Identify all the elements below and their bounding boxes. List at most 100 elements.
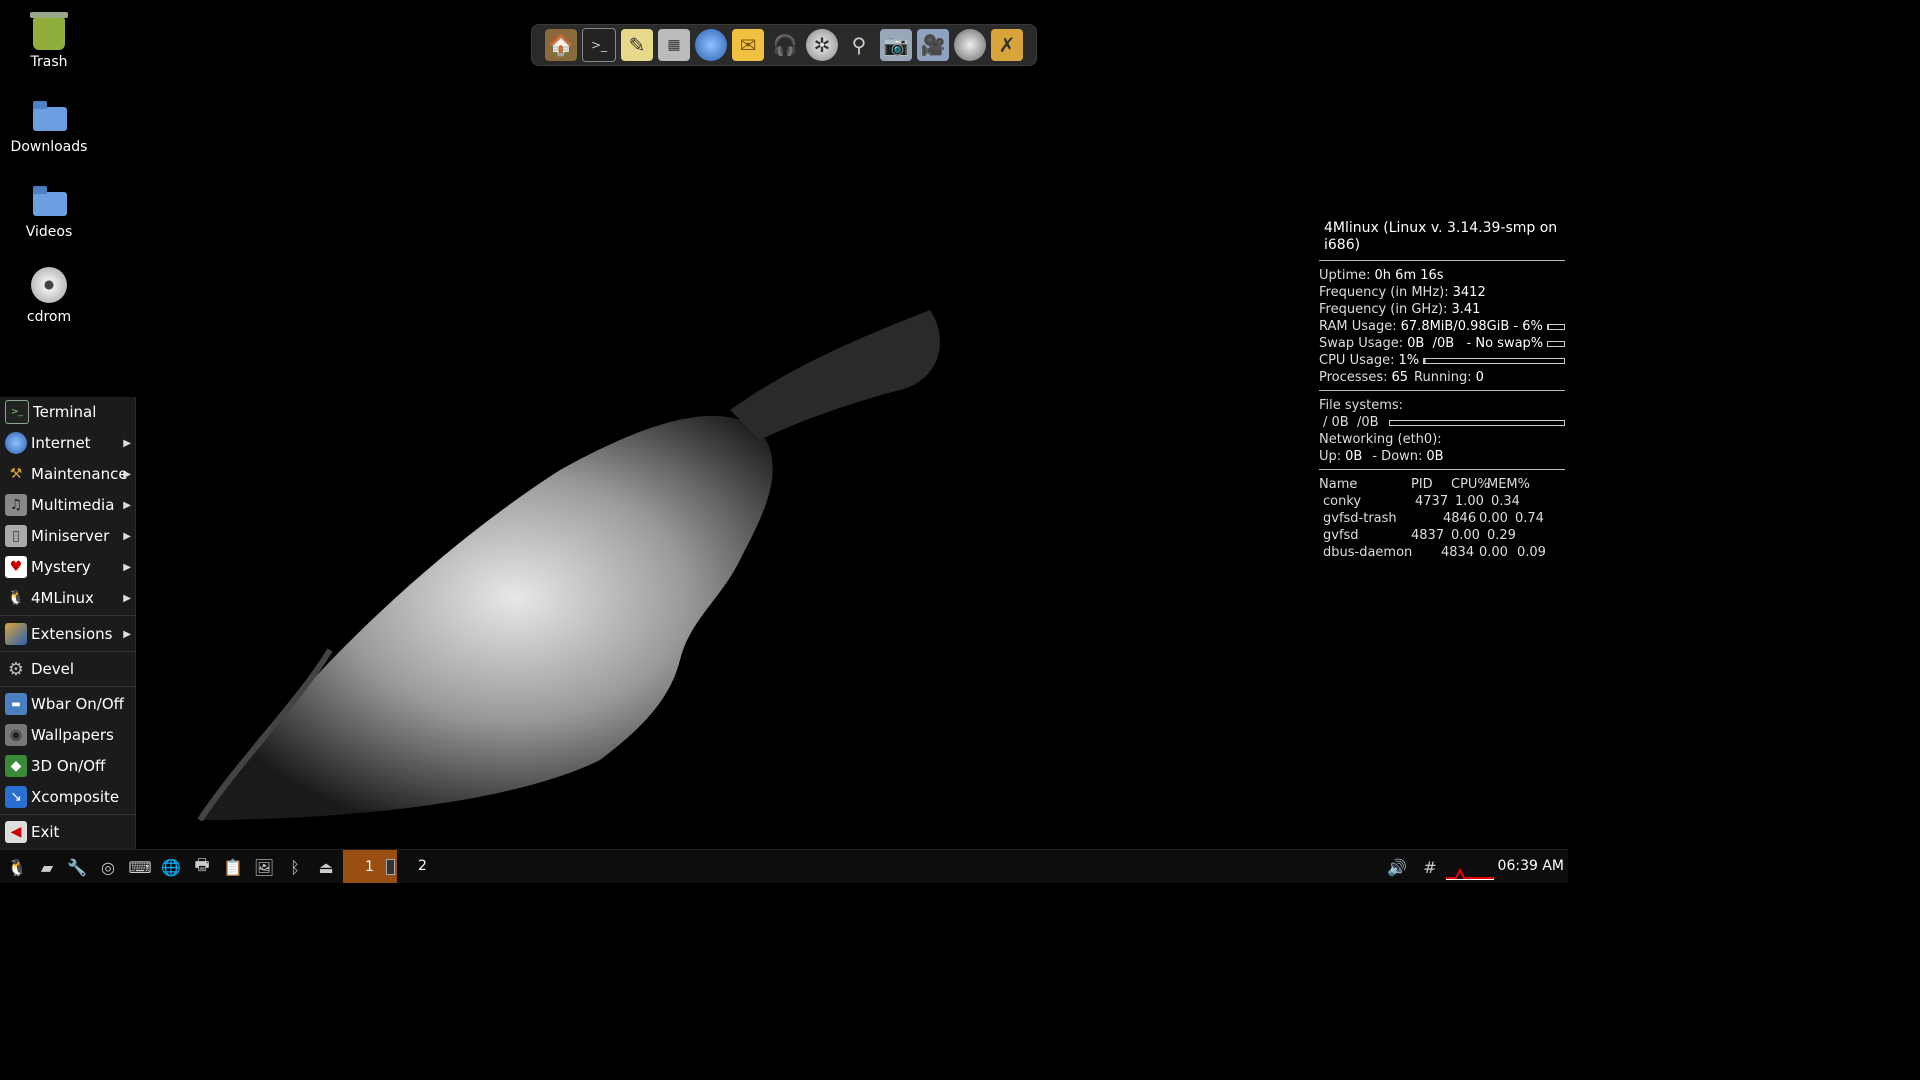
cards-icon: ♥ [5,556,27,578]
keyboard-icon[interactable]: ⌨ [128,856,151,878]
image-viewer-icon[interactable]: 🖼 [253,856,275,878]
menu-item-extensions[interactable]: Extensions ▶ [0,619,135,649]
swap-bar [1547,340,1565,347]
taskbar: 🐧 ▰ 🔧 ◎ ⌨ 🌐 🖶 📋 🖼 ᛒ ⏏ 1 2 🔊 # 06:39 AM [0,849,1568,883]
process-table-header: Name PID CPU% MEM% [1319,477,1530,492]
eject-icon[interactable]: ⏏ [315,856,337,878]
eye-icon: ◉ [5,724,27,746]
volume-icon[interactable]: 🔊 [1386,856,1408,878]
folder-icon [29,180,69,220]
clipboard-icon[interactable]: 📋 [222,856,244,878]
cpu-bar [1423,357,1565,364]
disc-icon [29,265,69,305]
desktop-icon-trash[interactable]: Trash [1,10,97,70]
camera-icon[interactable]: 📷 [880,29,912,61]
table-row: gvfsd-trash 4846 0.00 0.74 [1323,511,1544,526]
hammer-icon: ⚒ [9,466,23,482]
fs-row: / 0B /0B [1319,414,1565,431]
window-thumbnail [385,858,395,875]
net-row: Up: 0B - Down: 0B [1319,449,1444,464]
disc-icon[interactable]: ◎ [97,856,119,878]
processes-row: Processes: 65 Running: 0 [1319,370,1484,385]
menu-item-devel[interactable]: ⚙ Devel [0,654,135,684]
swap-row: Swap Usage: 0B /0B - No swap% [1319,335,1565,352]
ram-row: RAM Usage: 67.8MiB/0.98GiB - 6% [1319,318,1565,335]
home-folder-icon[interactable]: 🏠 [545,29,577,61]
globe-icon [5,432,27,454]
wbar-dock: 🏠 >_ ✎ ▦ ✉ 🎧 ✲ ⚲ 📷 🎥 ✗ [531,24,1037,66]
uptime-row: Uptime: 0h 6m 16s [1319,268,1444,283]
freq-mhz-row: Frequency (in MHz): 3412 [1319,285,1486,300]
wbar-settings-icon[interactable]: ✗ [991,29,1023,61]
workspace-1[interactable]: 1 [343,850,397,883]
desktop-icon-label: cdrom [26,309,72,325]
cpu-row: CPU Usage: 1% [1319,352,1565,369]
film-reel-icon[interactable]: ✲ [806,29,838,61]
mail-icon[interactable]: ✉ [732,29,764,61]
calendar-icon[interactable]: # [1419,856,1441,878]
terminal-icon: >_ [5,400,29,424]
trash-icon [29,10,69,50]
terminal-icon[interactable]: >_ [582,28,616,62]
xcomposite-icon: ↘ [5,786,27,808]
text-editor-icon[interactable]: ✎ [621,29,653,61]
net-label: Networking (eth0): [1319,432,1442,447]
desktop-icon-cdrom[interactable]: cdrom [1,265,97,325]
globe-icon[interactable]: 🌐 [160,856,182,878]
clock[interactable]: 06:39 AM [1498,858,1564,874]
menu-item-wallpapers[interactable]: ◉ Wallpapers [0,720,135,750]
menu-item-internet[interactable]: Internet ▶ [0,428,135,458]
menu-item-4mlinux[interactable]: 🐧 4MLinux ▶ [0,583,135,613]
start-menu: >_ Terminal Internet ▶ ⚒ Maintenance ▶ ♫ M… [0,397,136,849]
menu-item-mystery[interactable]: ♥ Mystery ▶ [0,552,135,582]
video-camera-icon[interactable]: 🎥 [917,29,949,61]
table-row: conky 4737 1.00 0.34 [1323,494,1520,509]
wbar-icon: ▬ [5,693,27,715]
menu-item-exit[interactable]: ◀ Exit [0,817,135,847]
menu-item-multimedia[interactable]: ♫ Multimedia ▶ [0,490,135,520]
submenu-arrow-icon: ▶ [123,530,131,542]
table-row: gvfsd 4837 0.00 0.29 [1323,528,1516,543]
desktop-icon-videos[interactable]: Videos [1,180,97,240]
desktop-icon-downloads[interactable]: Downloads [1,95,97,155]
desktop-icon-label: Trash [30,54,68,70]
menu-item-xcomposite[interactable]: ↘ Xcomposite [0,782,135,812]
globe-icon[interactable] [695,29,727,61]
printer-icon[interactable]: 🖶 [191,855,213,878]
menu-item-3d-toggle[interactable]: ◆ 3D On/Off [0,751,135,781]
wrench-icon[interactable]: 🔧 [66,856,88,878]
cpu-graph-plot [1446,867,1494,879]
submenu-arrow-icon: ▶ [123,499,131,511]
menu-item-miniserver[interactable]: ▯ Miniserver ▶ [0,521,135,551]
search-icon[interactable]: ⚲ [843,29,875,61]
submenu-arrow-icon: ▶ [123,592,131,604]
desktop-icon-label: Downloads [10,139,88,155]
submenu-arrow-icon: ▶ [123,628,131,640]
desktop-icon-label: Videos [25,224,73,240]
ram-bar [1546,323,1565,330]
workspace-2[interactable]: 2 [418,858,427,874]
conky-monitor: 4Mlinux (Linux v. 3.14.39-smp on i686) U… [1319,220,1565,561]
submenu-arrow-icon: ▶ [123,437,131,449]
bluetooth-icon[interactable]: ᛒ [284,856,306,878]
tux-icon: 🐧 [7,857,27,877]
table-row: dbus-daemon 4834 0.00 0.09 [1323,545,1546,560]
cpu-graph [1446,854,1494,880]
server-icon: ▯ [5,525,27,547]
menu-item-terminal[interactable]: >_ Terminal [0,397,135,427]
webcam-icon[interactable] [954,29,986,61]
scanner-icon[interactable]: ▰ [36,856,58,878]
cube-icon: ◆ [5,755,27,777]
start-menu-button[interactable]: 🐧 [6,856,28,878]
fs-label: File systems: [1319,398,1404,413]
menu-item-maintenance[interactable]: ⚒ Maintenance ▶ [0,459,135,489]
extensions-icon [5,623,27,645]
gear-icon: ⚙ [7,658,25,680]
calculator-icon[interactable]: ▦ [658,29,690,61]
submenu-arrow-icon: ▶ [123,468,131,480]
media-icon: ♫ [5,494,27,516]
fs-bar [1388,419,1565,426]
headphones-icon[interactable]: 🎧 [769,29,801,61]
menu-item-wbar-toggle[interactable]: ▬ Wbar On/Off [0,689,135,719]
conky-title: 4Mlinux (Linux v. 3.14.39-smp on i686) [1324,220,1558,253]
